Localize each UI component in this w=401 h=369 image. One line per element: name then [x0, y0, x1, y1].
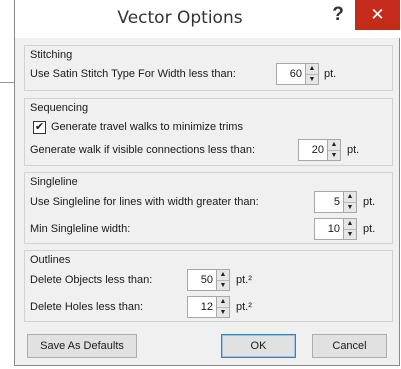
- save-as-defaults-button[interactable]: Save As Defaults: [27, 334, 137, 358]
- spin-down-icon[interactable]: ▼: [217, 306, 229, 318]
- spin-up-icon[interactable]: ▲: [344, 219, 356, 229]
- delete-holes-unit: pt.²: [236, 301, 252, 313]
- stitching-group-title: Stitching: [30, 49, 73, 61]
- min-singleline-label: Min Singleline width:: [30, 223, 131, 235]
- delete-objects-spinner[interactable]: 50 ▲ ▼: [187, 269, 230, 291]
- delete-objects-spin-buttons[interactable]: ▲ ▼: [217, 269, 230, 291]
- delete-holes-input[interactable]: 12: [187, 296, 217, 318]
- spin-up-icon[interactable]: ▲: [217, 297, 229, 307]
- singleline-width-label: Use Singleline for lines with width grea…: [30, 196, 259, 208]
- sequencing-group-title: Sequencing: [30, 102, 89, 114]
- spin-down-icon[interactable]: ▼: [217, 279, 229, 291]
- satin-width-label: Use Satin Stitch Type For Width less tha…: [30, 68, 236, 80]
- spin-up-icon[interactable]: ▲: [344, 192, 356, 202]
- singleline-width-unit: pt.: [363, 196, 376, 208]
- ok-button[interactable]: OK: [221, 334, 296, 358]
- stitching-group: Stitching Use Satin Stitch Type For Widt…: [24, 45, 393, 91]
- title-bar: Vector Options ? ✕: [15, 0, 400, 38]
- spin-up-icon[interactable]: ▲: [306, 64, 318, 74]
- walk-connections-spin-buttons[interactable]: ▲ ▼: [328, 139, 341, 161]
- min-singleline-input[interactable]: 10: [314, 218, 344, 240]
- delete-objects-input[interactable]: 50: [187, 269, 217, 291]
- outlines-group-title: Outlines: [30, 254, 71, 266]
- dialog-title: Vector Options: [117, 8, 243, 28]
- walk-connections-unit: pt.: [347, 144, 360, 156]
- travel-walks-label: Generate travel walks to minimize trims: [51, 121, 243, 133]
- sequencing-group: Sequencing ✔ Generate travel walks to mi…: [24, 98, 393, 166]
- satin-width-input[interactable]: 60: [276, 63, 306, 85]
- spin-down-icon[interactable]: ▼: [328, 149, 340, 161]
- singleline-group: Singleline Use Singleline for lines with…: [24, 172, 393, 244]
- cancel-button[interactable]: Cancel: [312, 334, 387, 358]
- walk-connections-label: Generate walk if visible connections les…: [30, 144, 256, 156]
- vector-options-dialog: Vector Options ? ✕ Stitching Use Satin S…: [14, 0, 400, 366]
- min-singleline-spinner[interactable]: 10 ▲ ▼: [314, 218, 357, 240]
- singleline-width-spin-buttons[interactable]: ▲ ▼: [344, 191, 357, 213]
- spin-down-icon[interactable]: ▼: [344, 228, 356, 240]
- callout-line: [0, 82, 14, 83]
- satin-width-spin-buttons[interactable]: ▲ ▼: [306, 63, 319, 85]
- satin-width-spinner[interactable]: 60 ▲ ▼: [276, 63, 319, 85]
- spin-down-icon[interactable]: ▼: [344, 201, 356, 213]
- walk-connections-input[interactable]: 20: [298, 139, 328, 161]
- screenshot-stage: Vector Options ? ✕ Stitching Use Satin S…: [0, 0, 401, 369]
- delete-objects-label: Delete Objects less than:: [30, 274, 153, 286]
- min-singleline-unit: pt.: [363, 223, 376, 235]
- spin-up-icon[interactable]: ▲: [217, 270, 229, 280]
- help-button[interactable]: ?: [327, 4, 349, 30]
- min-singleline-spin-buttons[interactable]: ▲ ▼: [344, 218, 357, 240]
- close-button[interactable]: ✕: [355, 0, 400, 30]
- singleline-width-input[interactable]: 5: [314, 191, 344, 213]
- singleline-group-title: Singleline: [30, 176, 78, 188]
- spin-up-icon[interactable]: ▲: [328, 140, 340, 150]
- singleline-width-spinner[interactable]: 5 ▲ ▼: [314, 191, 357, 213]
- delete-holes-spinner[interactable]: 12 ▲ ▼: [187, 296, 230, 318]
- outlines-group: Outlines Delete Objects less than: 50 ▲ …: [24, 250, 393, 322]
- walk-connections-spinner[interactable]: 20 ▲ ▼: [298, 139, 341, 161]
- satin-width-unit: pt.: [324, 68, 337, 80]
- delete-objects-unit: pt.²: [236, 274, 252, 286]
- travel-walks-checkbox[interactable]: ✔: [33, 121, 46, 134]
- spin-down-icon[interactable]: ▼: [306, 73, 318, 85]
- delete-holes-spin-buttons[interactable]: ▲ ▼: [217, 296, 230, 318]
- delete-holes-label: Delete Holes less than:: [30, 301, 144, 313]
